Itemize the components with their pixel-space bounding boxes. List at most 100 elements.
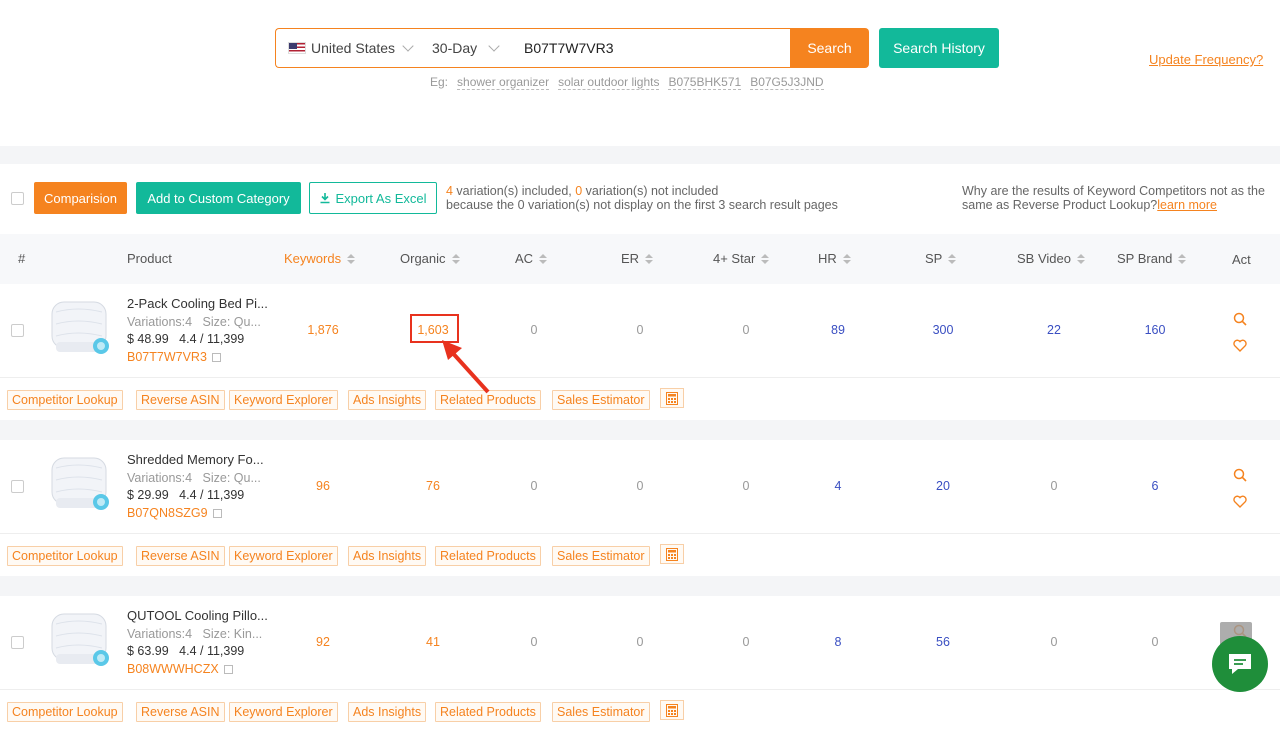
external-link-icon (211, 352, 221, 362)
sort-icon (761, 253, 770, 264)
cell-organic[interactable]: 41 (393, 635, 473, 649)
product-asin[interactable]: B08WWWHCZX (127, 662, 233, 676)
product-image[interactable] (48, 296, 112, 362)
row-divider (0, 576, 1280, 596)
tool-link-competitor-lookup[interactable]: Competitor Lookup (7, 702, 123, 722)
column-ac[interactable]: AC (515, 251, 548, 266)
chat-button[interactable] (1212, 636, 1268, 692)
product-image[interactable] (48, 608, 112, 674)
product-name[interactable]: Shredded Memory Fo... (127, 452, 264, 467)
cell-keywords[interactable]: 92 (283, 635, 363, 649)
cell-organic[interactable]: 76 (393, 479, 473, 493)
product-size: Size: Kin... (202, 627, 263, 641)
product-asin[interactable]: B07T7W7VR3 (127, 350, 221, 364)
cell-sp[interactable]: 56 (903, 635, 983, 649)
cell-keywords[interactable]: 96 (283, 479, 363, 493)
column-sb-video-label: SB Video (1017, 251, 1071, 266)
column-er-label: ER (621, 251, 640, 266)
tool-link-keyword-explorer[interactable]: Keyword Explorer (229, 546, 338, 566)
tool-link-reverse-asin[interactable]: Reverse ASIN (136, 546, 225, 566)
example-link[interactable]: B075BHK571 (668, 75, 742, 90)
cell-hr[interactable]: 89 (798, 323, 878, 337)
column-index: # (18, 251, 26, 266)
search-button[interactable]: Search (790, 28, 869, 68)
example-link[interactable]: solar outdoor lights (558, 75, 660, 90)
tool-link-sales-estimator[interactable]: Sales Estimator (552, 702, 650, 722)
column-hr[interactable]: HR (818, 251, 851, 266)
product-variations: Variations:4 (127, 315, 193, 329)
cell-hr[interactable]: 4 (798, 479, 878, 493)
add-custom-category-button[interactable]: Add to Custom Category (136, 182, 301, 214)
product-size: Size: Qu... (202, 471, 261, 485)
download-icon (320, 193, 330, 204)
not-included-text: variation(s) not included (582, 184, 719, 198)
update-frequency-link[interactable]: Update Frequency? (1149, 52, 1263, 67)
included-text: variation(s) included, (452, 184, 576, 198)
product-size: Size: Qu... (202, 315, 261, 329)
tool-link-keyword-explorer[interactable]: Keyword Explorer (229, 702, 338, 722)
product-asin[interactable]: B07QN8SZG9 (127, 506, 222, 520)
country-select[interactable]: United States (276, 40, 424, 56)
column-hr-label: HR (818, 251, 837, 266)
cell-sp[interactable]: 300 (903, 323, 983, 337)
heart-icon[interactable] (1233, 495, 1247, 508)
tool-link-ads-insights[interactable]: Ads Insights (348, 390, 427, 410)
tool-link-related-products[interactable]: Related Products (435, 702, 541, 722)
column-sp[interactable]: SP (925, 251, 957, 266)
tool-link-competitor-lookup[interactable]: Competitor Lookup (7, 390, 123, 410)
search-icon[interactable] (1233, 468, 1247, 482)
external-link-icon (212, 508, 222, 518)
product-rating: 4.4 (179, 644, 197, 658)
tool-link-reverse-asin[interactable]: Reverse ASIN (136, 390, 225, 410)
tool-link-sales-estimator[interactable]: Sales Estimator (552, 546, 650, 566)
column-four-star[interactable]: 4+ Star (713, 251, 770, 266)
search-icon[interactable] (1233, 312, 1247, 326)
comparison-button[interactable]: Comparision (34, 182, 127, 214)
select-all-checkbox[interactable] (11, 192, 24, 205)
learn-more-link[interactable]: learn more (1157, 198, 1217, 212)
tool-link-reverse-asin[interactable]: Reverse ASIN (136, 702, 225, 722)
tool-link-related-products[interactable]: Related Products (435, 546, 541, 566)
heart-icon[interactable] (1233, 339, 1247, 352)
cell-sb-video[interactable]: 22 (1014, 323, 1094, 337)
tool-link-ads-insights[interactable]: Ads Insights (348, 702, 427, 722)
product-price: $ 48.99 (127, 332, 169, 346)
column-four-star-label: 4+ Star (713, 251, 756, 266)
calculator-icon[interactable] (660, 544, 684, 564)
search-history-button[interactable]: Search History (879, 28, 999, 68)
period-select[interactable]: 30-Day (424, 40, 512, 56)
tool-link-keyword-explorer[interactable]: Keyword Explorer (229, 390, 338, 410)
calculator-icon[interactable] (660, 700, 684, 720)
product-image[interactable] (48, 452, 112, 518)
product-name[interactable]: QUTOOL Cooling Pillo... (127, 608, 268, 623)
product-rating: 4.4 (179, 332, 197, 346)
asin-text: B07QN8SZG9 (127, 506, 208, 520)
row-checkbox[interactable] (11, 324, 24, 337)
column-er[interactable]: ER (621, 251, 654, 266)
tool-link-sales-estimator[interactable]: Sales Estimator (552, 390, 650, 410)
export-excel-button[interactable]: Export As Excel (309, 182, 437, 214)
cell-sp-brand[interactable]: 160 (1115, 323, 1195, 337)
table-row: 2-Pack Cooling Bed Pi... Variations:4 Siz… (0, 284, 1280, 378)
cell-keywords[interactable]: 1,876 (283, 323, 363, 337)
column-keywords-label: Keywords (284, 251, 342, 266)
product-name[interactable]: 2-Pack Cooling Bed Pi... (127, 296, 268, 311)
column-sp-brand[interactable]: SP Brand (1117, 251, 1187, 266)
column-act: Act (1232, 252, 1251, 267)
cell-sp[interactable]: 20 (903, 479, 983, 493)
row-checkbox[interactable] (11, 480, 24, 493)
tool-link-ads-insights[interactable]: Ads Insights (348, 546, 427, 566)
row-checkbox[interactable] (11, 636, 24, 649)
cell-sp-brand[interactable]: 6 (1115, 479, 1195, 493)
example-link[interactable]: shower organizer (457, 75, 550, 90)
product-rating: 4.4 (179, 488, 197, 502)
asin-search-input[interactable] (524, 40, 784, 56)
column-organic[interactable]: Organic (400, 251, 460, 266)
cell-hr[interactable]: 8 (798, 635, 878, 649)
column-sb-video[interactable]: SB Video (1017, 251, 1085, 266)
calculator-icon[interactable] (660, 388, 684, 408)
cell-four-star: 0 (742, 635, 750, 649)
tool-link-competitor-lookup[interactable]: Competitor Lookup (7, 546, 123, 566)
example-link[interactable]: B07G5J3JND (750, 75, 824, 90)
column-keywords[interactable]: Keywords (284, 251, 356, 266)
